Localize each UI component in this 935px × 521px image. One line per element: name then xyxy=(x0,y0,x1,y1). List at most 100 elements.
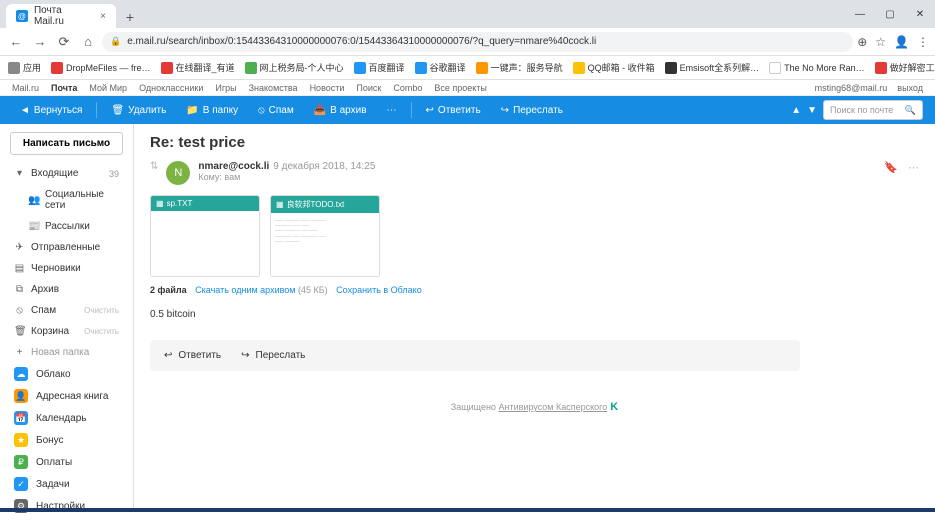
back-to-list-button[interactable]: ◄ Вернуться xyxy=(12,96,90,124)
sidebar-settings[interactable]: ⚙Настройки xyxy=(0,495,133,517)
nav-mymir[interactable]: Мой Мир xyxy=(89,83,127,93)
folder-trash[interactable]: 🗑КорзинаОчистить xyxy=(0,321,133,342)
prev-message-button[interactable]: ▲ xyxy=(791,105,801,116)
profile-icon[interactable]: 👤 xyxy=(894,35,909,49)
message-body: 0.5 bitcoin xyxy=(150,309,919,320)
sidebar-bonus[interactable]: ★Бонус xyxy=(0,429,133,451)
close-window-button[interactable]: ✕ xyxy=(905,0,935,28)
sidebar-cloud[interactable]: ☁Облако xyxy=(0,363,133,385)
plus-icon: + xyxy=(14,347,25,358)
more-button[interactable]: ⋯ xyxy=(379,96,405,124)
clear-spam-link[interactable]: Очистить xyxy=(84,306,119,315)
minimize-button[interactable]: — xyxy=(845,0,875,28)
next-message-button[interactable]: ▼ xyxy=(807,105,817,116)
star-icon[interactable]: ☆ xyxy=(875,35,886,49)
newsletter-icon: 📰 xyxy=(28,221,39,232)
back-button[interactable]: ← xyxy=(6,32,26,52)
move-to-folder-button[interactable]: 📁 В папку xyxy=(178,96,246,124)
logout-link[interactable]: выход xyxy=(897,83,923,93)
nav-combo[interactable]: Combo xyxy=(393,83,422,93)
attachment-item[interactable]: ▦良软邦TODO.txt —— ———— —— ———————— —— ————… xyxy=(270,195,380,277)
bookmark-item[interactable]: 网上税务局-个人中心 xyxy=(245,61,344,74)
attachment-item[interactable]: ▦sp.TXT xyxy=(150,195,260,277)
nav-all[interactable]: Все проекты xyxy=(434,83,487,93)
nav-news[interactable]: Новости xyxy=(310,83,345,93)
folder-social[interactable]: 👥Социальные сети xyxy=(0,184,133,216)
download-all-link[interactable]: Скачать одним архивом (45 КБ) xyxy=(195,285,327,295)
url-text: e.mail.ru/search/inbox/0:154433643100000… xyxy=(127,36,596,47)
bookmark-item[interactable]: 一键声：服务导航 xyxy=(476,61,563,74)
nav-mailru[interactable]: Mail.ru xyxy=(12,83,39,93)
folder-sent[interactable]: ✈Отправленные xyxy=(0,237,133,258)
sidebar: Написать письмо ▾Входящие39 👥Социальные … xyxy=(0,124,134,512)
forward-button[interactable]: → xyxy=(30,32,50,52)
bookmark-favicon xyxy=(769,62,781,74)
menu-icon[interactable]: ⋮ xyxy=(917,35,929,49)
quick-reply-button[interactable]: ↩Ответить xyxy=(164,350,221,361)
bookmark-item[interactable]: DropMeFiles — fre… xyxy=(51,62,151,74)
compose-button[interactable]: Написать письмо xyxy=(10,132,123,155)
lock-icon: 🔒 xyxy=(110,36,121,47)
new-folder-button[interactable]: +Новая папка xyxy=(0,342,133,363)
contacts-icon: 👤 xyxy=(14,389,28,403)
sender-email[interactable]: nmare@cock.li xyxy=(198,161,269,172)
bookmark-item[interactable]: 百度翻译 xyxy=(354,61,405,74)
nav-search[interactable]: Поиск xyxy=(356,83,381,93)
tab-close-icon[interactable]: × xyxy=(100,11,106,22)
bookmark-message-icon[interactable]: 🔖 xyxy=(884,161,898,174)
save-to-cloud-link[interactable]: Сохранить в Облако xyxy=(336,285,422,295)
reply-button[interactable]: ↩ Ответить xyxy=(418,96,489,124)
extension-icon[interactable]: ⊕ xyxy=(857,35,867,49)
maximize-button[interactable]: ▢ xyxy=(875,0,905,28)
attachment-preview: —— ———— —— ———————— —— ———— ———— ———————… xyxy=(271,213,379,276)
bookmark-item[interactable]: 在线翻译_有道 xyxy=(161,61,235,74)
mail-search-input[interactable]: Поиск по почте 🔍 xyxy=(823,100,923,120)
bookmark-item[interactable]: The No More Ran… xyxy=(769,62,865,74)
folder-spam[interactable]: ⦸СпамОчистить xyxy=(0,300,133,321)
bookmark-favicon xyxy=(51,62,63,74)
bookmark-item[interactable]: Emsisoft全系列解… xyxy=(665,61,760,74)
sidebar-tasks[interactable]: ✓Задачи xyxy=(0,473,133,495)
url-input[interactable]: 🔒 e.mail.ru/search/inbox/0:1544336431000… xyxy=(102,32,853,52)
message-header: ⇅ N nmare@cock.li9 декабря 2018, 14:25 К… xyxy=(150,161,919,185)
thread-sort-icon[interactable]: ⇅ xyxy=(150,161,158,172)
folder-archive[interactable]: ⧉Архив xyxy=(0,279,133,300)
kaspersky-link[interactable]: Антивирусом Касперского xyxy=(498,402,607,412)
quick-forward-button[interactable]: ↪Переслать xyxy=(241,350,305,361)
nav-mail[interactable]: Почта xyxy=(51,83,77,93)
nav-games[interactable]: Игры xyxy=(215,83,236,93)
bookmark-item[interactable]: QQ邮箱 - 收件箱 xyxy=(573,61,655,74)
reload-button[interactable]: ⟳ xyxy=(54,32,74,52)
sidebar-contacts[interactable]: 👤Адресная книга xyxy=(0,385,133,407)
browser-tab[interactable]: @ Почта Mail.ru × xyxy=(6,4,116,28)
bookmark-item[interactable]: 应用 xyxy=(8,61,41,74)
archive-button[interactable]: 📥 В архив xyxy=(306,96,375,124)
user-email[interactable]: msting68@mail.ru xyxy=(815,83,888,93)
spam-button[interactable]: ⦸ Спам xyxy=(250,96,302,124)
bookmark-item[interactable]: 做好解密工具治理 xyxy=(875,61,935,74)
tab-title: Почта Mail.ru xyxy=(34,5,94,27)
sidebar-payments[interactable]: ₽Оплаты xyxy=(0,451,133,473)
mailru-top-nav: Mail.ru Почта Мой Мир Одноклассники Игры… xyxy=(0,80,935,96)
bookmark-favicon xyxy=(354,62,366,74)
clear-trash-link[interactable]: Очистить xyxy=(84,327,119,336)
search-icon[interactable]: 🔍 xyxy=(905,105,916,116)
forward-button[interactable]: ↪ Переслать xyxy=(493,96,571,124)
bookmark-item[interactable]: 谷歌翻译 xyxy=(415,61,466,74)
nav-ok[interactable]: Одноклассники xyxy=(139,83,203,93)
folder-inbox[interactable]: ▾Входящие39 xyxy=(0,163,133,184)
browser-tab-bar: @ Почта Mail.ru × + — ▢ ✕ xyxy=(0,0,935,28)
new-tab-button[interactable]: + xyxy=(120,7,140,27)
message-recipient: Кому: вам xyxy=(198,172,375,182)
nav-dating[interactable]: Знакомства xyxy=(249,83,298,93)
drafts-icon: ▤ xyxy=(14,263,25,274)
message-more-icon[interactable]: ⋯ xyxy=(908,161,919,174)
quick-reply-box[interactable]: ↩Ответить ↪Переслать xyxy=(150,340,800,371)
bookmark-favicon xyxy=(161,62,173,74)
folder-newsletters[interactable]: 📰Рассылки xyxy=(0,216,133,237)
folder-drafts[interactable]: ▤Черновики xyxy=(0,258,133,279)
sidebar-calendar[interactable]: 📅Календарь xyxy=(0,407,133,429)
home-button[interactable]: ⌂ xyxy=(78,32,98,52)
trash-icon: 🗑 xyxy=(14,326,25,337)
delete-button[interactable]: 🗑 Удалить xyxy=(103,96,174,124)
